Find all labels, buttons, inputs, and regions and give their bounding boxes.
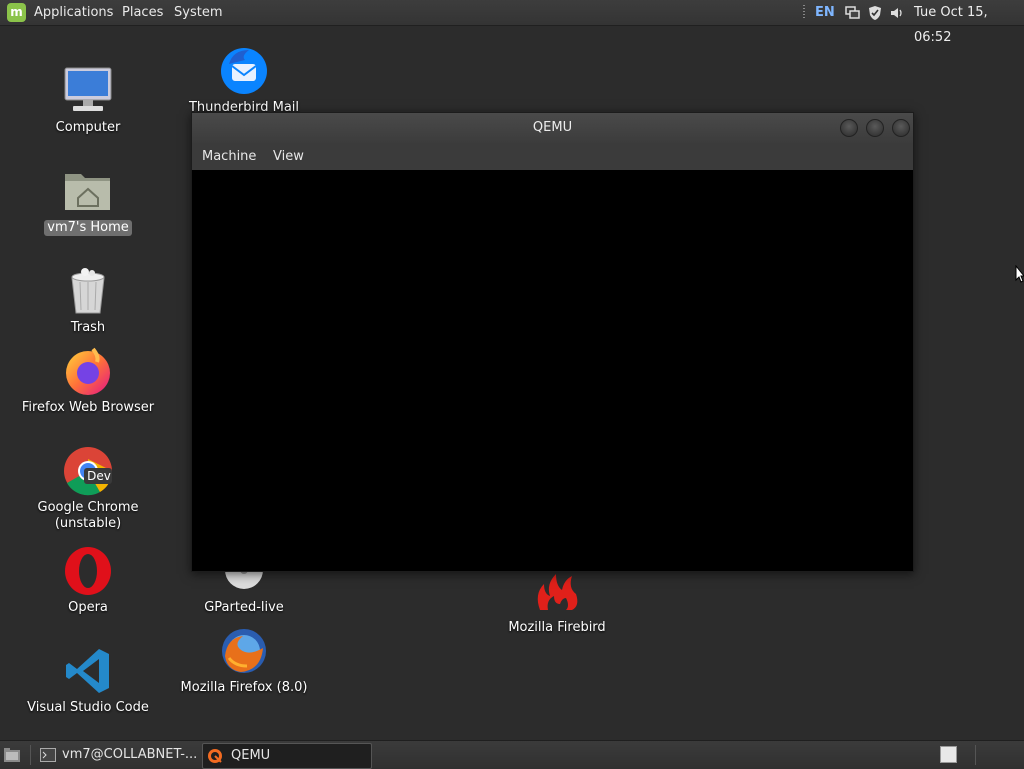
desktop-icon-label: Google Chrome (unstable) (35, 500, 142, 532)
qemu-window: QEMU Machine View (191, 112, 914, 572)
taskbar-terminal-label: vm7@COLLABNET-... (62, 747, 198, 762)
desktop-icon-firebird[interactable]: Mozilla Firebird (482, 566, 632, 636)
desktop-icon-label: Computer (55, 120, 121, 135)
firefox-old-icon (219, 626, 269, 676)
vm-display[interactable] (192, 170, 913, 571)
desktop-icon-label: Trash (70, 320, 106, 335)
thunderbird-icon (219, 46, 269, 96)
computer-icon (63, 66, 113, 116)
mint-logo-icon[interactable]: m (7, 3, 26, 22)
taskbar-terminal[interactable]: vm7@COLLABNET-... (36, 743, 200, 767)
desktop-icon-opera[interactable]: Opera (13, 546, 163, 616)
bottom-panel: vm7@COLLABNET-... QEMU (0, 740, 1024, 769)
opera-icon (63, 546, 113, 596)
panel-divider (975, 745, 976, 765)
close-button[interactable] (892, 119, 910, 137)
desktop-icon-label: Mozilla Firebird (508, 620, 606, 635)
volume-icon[interactable] (889, 0, 905, 25)
window-titlebar[interactable]: QEMU (192, 113, 913, 143)
terminal-icon (40, 748, 56, 762)
desktop-icon-firefox[interactable]: Firefox Web Browser (13, 346, 163, 416)
desktop-icon-chrome[interactable]: Dev Google Chrome (unstable) (13, 446, 163, 532)
trash-icon (63, 266, 113, 316)
maximize-button[interactable] (866, 119, 884, 137)
firebird-flame-icon (532, 566, 582, 616)
qemu-icon (208, 749, 222, 763)
panel-separator (803, 5, 805, 20)
desktop-icon-label: Firefox Web Browser (21, 400, 155, 415)
taskbar-qemu-label: QEMU (231, 748, 271, 763)
desktop-icon-trash[interactable]: Trash (13, 266, 163, 336)
desktop-icon-label: vm7's Home (44, 220, 132, 236)
workspace-switcher[interactable] (940, 746, 957, 763)
window-menubar: Machine View (192, 143, 913, 170)
desktop-icon-computer[interactable]: Computer (13, 66, 163, 136)
shield-icon[interactable] (868, 0, 882, 25)
clock[interactable]: Tue Oct 15, 06:52 (914, 0, 1024, 45)
taskbar-qemu[interactable]: QEMU (202, 743, 372, 769)
desktop-icon-label: Visual Studio Code (27, 700, 149, 715)
places-menu[interactable]: Places (122, 0, 163, 25)
system-menu[interactable]: System (174, 0, 222, 25)
window-title: QEMU (532, 120, 573, 135)
keyboard-layout-indicator[interactable]: EN (815, 0, 835, 25)
network-icon[interactable] (844, 0, 860, 25)
desktop-icon-label: Opera (68, 600, 108, 615)
chrome-label-line2: (unstable) (54, 516, 122, 531)
chrome-label-line1: Google Chrome (37, 500, 139, 515)
firefox-icon (63, 346, 113, 396)
chrome-dev-icon: Dev (63, 446, 113, 496)
applications-menu[interactable]: Applications (34, 0, 113, 25)
desktop-icon-vscode[interactable]: Visual Studio Code (13, 646, 163, 716)
mouse-cursor-icon (1015, 264, 1024, 287)
show-desktop-icon[interactable] (3, 747, 21, 767)
desktop-icon-label: Mozilla Firefox (8.0) (180, 680, 308, 695)
menu-view[interactable]: View (273, 143, 304, 170)
desktop-icon-label: GParted-live (204, 600, 284, 615)
dev-badge: Dev (87, 469, 111, 483)
top-panel: m Applications Places System EN Tue Oct … (0, 0, 1024, 45)
vscode-icon (63, 646, 113, 696)
desktop-icon-thunderbird[interactable]: Thunderbird Mail (169, 46, 319, 116)
minimize-button[interactable] (840, 119, 858, 137)
desktop-icon-home[interactable]: vm7's Home (13, 166, 163, 236)
home-folder-icon (63, 166, 113, 216)
desktop-icon-firefox8[interactable]: Mozilla Firefox (8.0) (169, 626, 319, 696)
menu-machine[interactable]: Machine (202, 143, 256, 170)
panel-divider (30, 745, 31, 765)
